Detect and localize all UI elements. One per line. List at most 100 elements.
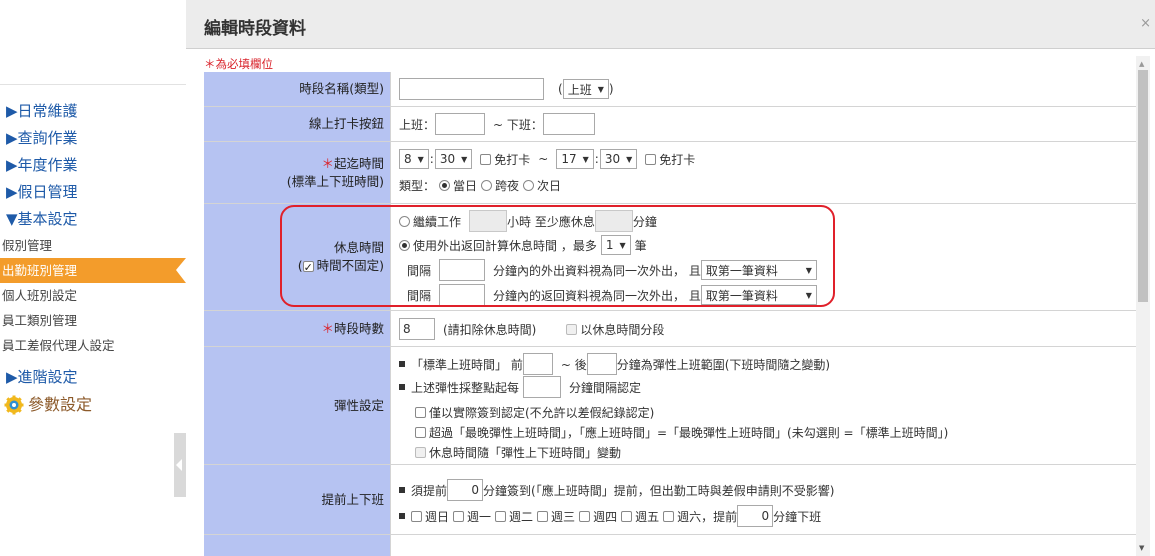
submenu-shift-management[interactable]: 出勤班別管理 [0,258,186,283]
menu-query[interactable]: ▶查詢作業 [0,125,186,152]
end-hour-select[interactable]: 17 ▼ [556,149,594,169]
value-next-partial [390,535,1136,556]
early-signin-input[interactable]: 0 [447,479,484,501]
day-thu-checkbox[interactable] [579,510,591,522]
line: 繼續工作 小時 至少應休息 分鐘 [399,210,657,232]
label-line1: ＊起迄時間 [321,155,384,173]
line: 8 (請扣除休息時間) 以休息時間分段 [399,318,664,340]
day-wed-checkbox[interactable] [537,510,549,522]
chevron-down-icon: ▼ [619,240,626,250]
max-records-select[interactable]: 1 ▼ [600,235,631,255]
close-icon[interactable]: × [1140,16,1151,31]
edit-shift-modal: 編輯時段資料 × ＊為必填欄位 時段名稱(類型) ( 上班 ▼ ) 線上打卡按鈕 [186,0,1155,556]
out-interval-input[interactable] [439,259,486,281]
submenu-personal-shift[interactable]: 個人班別設定 [0,283,186,308]
continue-work-radio[interactable] [399,215,410,227]
actual-signin-checkbox[interactable] [415,407,426,418]
sidebar-collapse-handle[interactable] [174,433,186,497]
checkbox-label: 僅以實際簽到認定(不允許以差假紀錄認定) [429,406,655,420]
punch-on-input[interactable] [435,113,486,135]
menu-basic-settings[interactable]: ▼基本設定 [0,206,186,233]
submenu-leave-types[interactable]: 假別管理 [0,233,186,258]
row-flex-settings: 彈性設定 「標準上班時間」 前 ~ 後 分鐘為彈性上班範圍(下班時間隨之變動) … [204,347,1136,465]
radio-label: 次日 [537,179,562,193]
day-mon-checkbox[interactable] [453,510,465,522]
menu-daily-maintenance[interactable]: ▶日常維護 [0,98,186,125]
chevron-down-icon: ▼ [805,290,812,300]
submenu-employee-category[interactable]: 員工類別管理 [0,308,186,333]
sidebar: ▶日常維護 ▶查詢作業 ▶年度作業 ▶假日管理 ▼基本設定 假別管理 出勤班別管… [0,0,186,556]
scroll-down-icon[interactable]: ▼ [1139,544,1144,552]
value-shift-name: ( 上班 ▼ ) [390,72,1136,106]
chevron-down-icon: ▼ [805,265,812,275]
shift-type-select[interactable]: 上班 ▼ [562,79,609,99]
label-text: 起迄時間 [333,155,384,171]
chevron-down-icon: ▼ [417,154,424,164]
start-hour-select[interactable]: 8 ▼ [399,149,429,169]
break-not-fixed-label: 時間不固定) [316,258,384,273]
split-label: 以休息時間分段 [580,322,665,337]
gear-icon [4,395,24,414]
min-rest-input[interactable] [594,210,633,232]
bullet [399,384,405,390]
day-sun-checkbox[interactable] [411,510,422,522]
flex-before-input[interactable] [522,353,553,375]
submenu-leave-agent[interactable]: 員工差假代理人設定 [0,333,186,358]
exceed-latest-checkbox[interactable] [415,427,426,438]
line: 上班： ~ 下班： [399,113,595,135]
value-break-time: 繼續工作 小時 至少應休息 分鐘 使用外出返回計算休息時間 ，最多 1▼ 筆 [390,204,1136,310]
menu-parameters[interactable]: 參數設定 [0,391,186,418]
value-early-shift: 須提前 0 分鐘簽到(「應上班時間」提前，但出勤工時與差假申請則不受影響) 週日… [390,465,1136,534]
return-interval-input[interactable] [439,284,486,306]
flex-text: 分鐘為彈性上班範圍(下班時間隨之變動) [616,357,831,372]
day-sat-checkbox[interactable] [663,510,675,522]
out-pick-select[interactable]: 取第一筆資料 ▼ [700,260,817,280]
type-same-day-radio[interactable] [439,180,451,191]
start-no-punch-checkbox[interactable] [480,153,492,165]
line: 間隔 分鐘內的返回資料視為同一次外出， 且 取第一筆資料 ▼ [407,284,817,306]
on-label: 上班： [399,117,436,132]
label-flex-settings: 彈性設定 [204,347,390,464]
label-text: 時段名稱(類型) [299,81,384,96]
early-text: 分鐘下班 [773,509,822,524]
hours-note: (請扣除休息時間) [443,322,537,337]
break-not-fixed-checkbox[interactable] [302,259,314,277]
required-mark: ＊ [321,320,334,336]
break-follow-flex-checkbox[interactable] [415,447,426,458]
type-cross-night-radio[interactable] [481,180,493,191]
day-fri-checkbox[interactable] [621,510,633,522]
use-out-return-radio[interactable] [399,239,410,251]
shift-hours-input[interactable]: 8 [399,318,435,340]
value-shift-hours: 8 (請扣除休息時間) 以休息時間分段 [390,311,1136,346]
work-hours-input[interactable] [469,210,508,232]
no-punch-label: 免打卡 [659,152,696,167]
select-value: 1 [605,238,614,252]
shift-form: 時段名稱(類型) ( 上班 ▼ ) 線上打卡按鈕 上班： ~ 下班： ＊起迄時間… [204,72,1136,556]
row-shift-name: 時段名稱(類型) ( 上班 ▼ ) [204,72,1136,107]
select-value: 取第一筆資料 [705,288,778,303]
day-label: 週三 [551,509,576,524]
split-by-break-checkbox[interactable] [566,323,578,335]
modal-scrollbar[interactable]: ▲ ▼ [1136,56,1150,556]
end-minute-select[interactable]: 30 ▼ [599,149,638,169]
menu-advanced[interactable]: ▶進階設定 [0,364,186,391]
required-note: ＊為必填欄位 [204,57,273,71]
scroll-up-icon[interactable]: ▲ [1139,60,1144,68]
label-text: 休息時間 [333,240,384,255]
chevron-left-icon [176,459,182,471]
shift-name-input[interactable] [399,78,544,100]
scroll-thumb[interactable] [1138,70,1148,302]
select-value: 上班 [567,82,592,97]
menu-holiday[interactable]: ▶假日管理 [0,179,186,206]
start-minute-select[interactable]: 30 ▼ [434,149,473,169]
menu-annual[interactable]: ▶年度作業 [0,152,186,179]
end-no-punch-checkbox[interactable] [645,153,657,165]
day-tue-checkbox[interactable] [495,510,507,522]
type-next-day-radio[interactable] [523,180,535,191]
flex-after-input[interactable] [586,353,617,375]
punch-off-input[interactable] [542,113,595,135]
flex-interval-input[interactable] [523,376,562,398]
value-online-punch: 上班： ~ 下班： [390,107,1136,141]
early-leave-input[interactable]: 0 [737,505,774,527]
return-pick-select[interactable]: 取第一筆資料 ▼ [700,285,817,305]
